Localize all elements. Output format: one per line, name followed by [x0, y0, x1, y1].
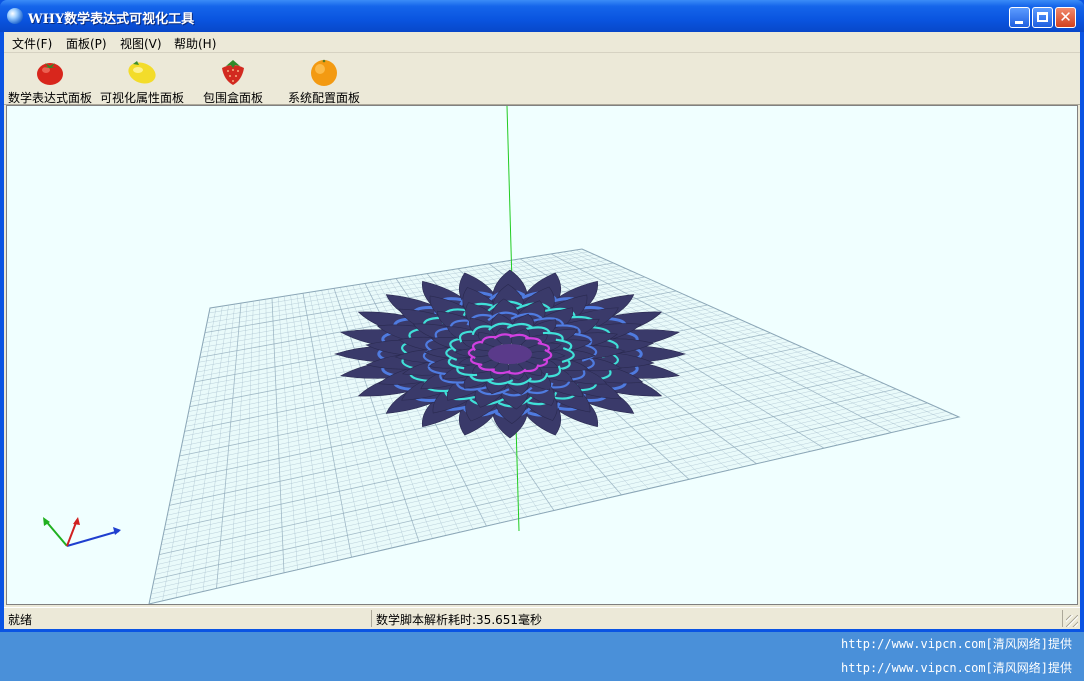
minimize-button[interactable]: [1009, 7, 1030, 28]
minimize-icon: [1015, 21, 1023, 24]
status-ready: 就绪: [8, 613, 33, 627]
menu-view[interactable]: 视图(V): [120, 35, 162, 52]
window-title: WHY数学表达式可视化工具: [28, 12, 195, 27]
y-axis-arrow: [44, 519, 68, 547]
menu-help[interactable]: 帮助(H): [174, 35, 216, 52]
toolbar: 数学表达式面板 可视化属性面板 包围盒面板 系统配置面板: [4, 53, 1080, 105]
menu-panel[interactable]: 面板(P): [66, 35, 107, 52]
maximize-icon: [1037, 12, 1048, 22]
title-bar[interactable]: WHY数学表达式可视化工具 ✕: [0, 0, 1084, 32]
z-arrowhead: [73, 517, 80, 525]
3d-scene[interactable]: [7, 106, 1077, 604]
status-parse-time: 数学脚本解析耗时:35.651毫秒: [376, 613, 543, 627]
app-window: WHY数学表达式可视化工具 ✕ 文件(F) 面板(P) 视图(V) 帮助(H) …: [0, 0, 1084, 632]
x-axis-arrow: [66, 530, 120, 547]
status-divider: [1062, 610, 1063, 627]
menu-file[interactable]: 文件(F): [12, 35, 52, 52]
strawberry-icon: [222, 60, 244, 85]
watermark-text: http://www.vipcn.com[清风网络]提供: [841, 637, 1072, 651]
lemon-icon: [128, 61, 156, 84]
system-config-panel-button[interactable]: 系统配置面板: [284, 55, 364, 105]
bounding-box-panel-button[interactable]: 包围盒面板: [198, 55, 268, 105]
close-icon: ✕: [1059, 8, 1072, 26]
watermark-text: http://www.vipcn.com[清风网络]提供: [841, 661, 1072, 675]
app-globe-icon[interactable]: [7, 8, 23, 24]
flower-center: [488, 344, 532, 364]
close-button[interactable]: ✕: [1055, 7, 1076, 28]
expression-panel-button[interactable]: 数学表达式面板: [6, 55, 94, 105]
menu-bar: 文件(F) 面板(P) 视图(V) 帮助(H): [4, 32, 1080, 53]
x-arrowhead: [113, 527, 121, 535]
status-bar: 就绪 数学脚本解析耗时:35.651毫秒: [4, 607, 1080, 629]
toolbar-label: 包围盒面板: [202, 91, 263, 105]
flower-surface: [334, 269, 686, 439]
status-divider: [371, 610, 372, 627]
toolbar-label: 系统配置面板: [287, 91, 360, 105]
3d-viewport[interactable]: [6, 105, 1078, 605]
visual-props-panel-button[interactable]: 可视化属性面板: [98, 55, 186, 105]
orange-icon: [311, 59, 337, 86]
tomato-icon: [37, 63, 63, 85]
client-area: 文件(F) 面板(P) 视图(V) 帮助(H) 数学表达式面板 可视化属性面板 …: [4, 32, 1080, 629]
toolbar-label: 数学表达式面板: [7, 91, 92, 105]
toolbar-label: 可视化属性面板: [99, 91, 184, 105]
maximize-button[interactable]: [1032, 7, 1053, 28]
resize-grip[interactable]: [1066, 615, 1078, 627]
axis-gizmo: [43, 517, 121, 547]
